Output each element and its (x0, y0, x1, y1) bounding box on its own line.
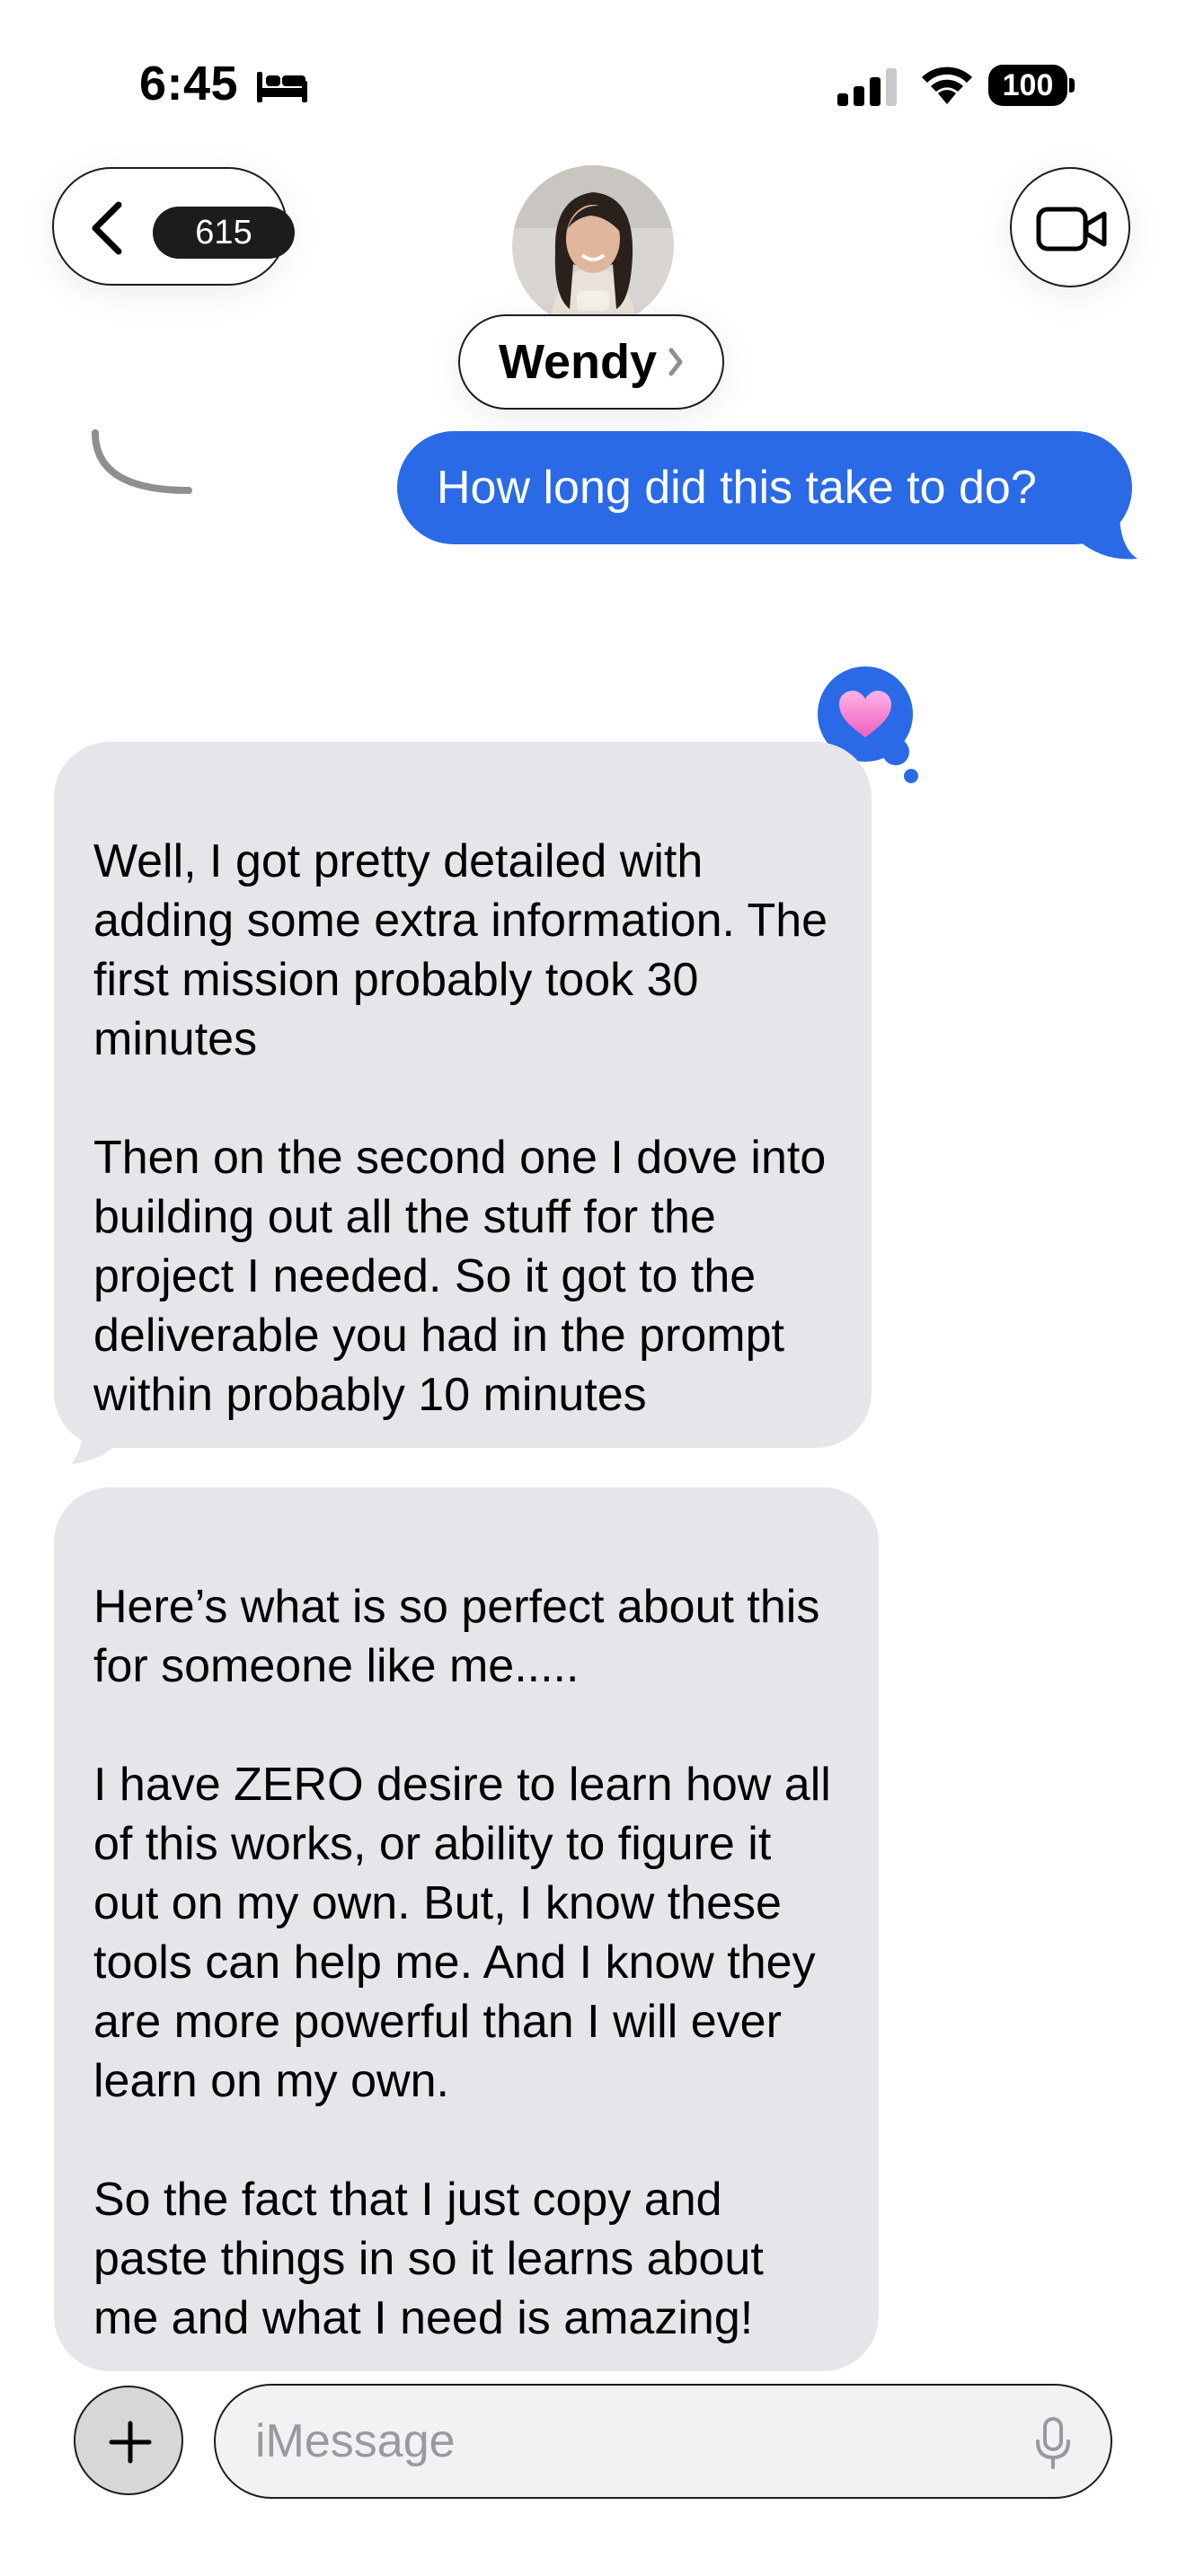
received-message-bubble[interactable]: Here’s what is so perfect about this for… (54, 1487, 879, 2371)
tapback-bubble-dot (882, 738, 909, 765)
message-text: How long did this take to do? (437, 462, 1037, 514)
message-input[interactable] (255, 2386, 1010, 2497)
tapback-bubble-dot (904, 769, 918, 783)
video-call-button[interactable] (1010, 167, 1130, 287)
back-button[interactable]: 615 (52, 167, 295, 286)
chevron-right-icon (668, 348, 683, 376)
avatar-photo (512, 165, 674, 327)
sent-message-bubble[interactable]: How long did this take to do? (397, 431, 1132, 544)
heart-icon (839, 691, 891, 737)
bed-icon (257, 72, 307, 102)
contact-name-button[interactable]: Wendy (458, 314, 724, 410)
video-camera-icon (1036, 207, 1107, 251)
message-text: Well, I got pretty detailed with adding … (93, 835, 828, 1421)
status-time: 6:45 (139, 57, 239, 110)
signal-icon (837, 68, 897, 106)
contact-name: Wendy (498, 335, 658, 389)
message-input-field[interactable] (214, 2384, 1112, 2499)
plus-icon (109, 2421, 152, 2464)
sent-bubble-tail (1067, 503, 1137, 560)
message-text: Here’s what is so perfect about this for… (93, 1581, 831, 2344)
microphone-icon[interactable] (1033, 2416, 1073, 2470)
wifi-icon (922, 66, 972, 104)
contact-avatar[interactable] (512, 165, 674, 327)
received-bubble-tail (72, 1414, 120, 1464)
battery-icon: 100 (988, 65, 1075, 106)
loading-spinner-icon (92, 429, 192, 494)
chevron-left-icon (92, 201, 122, 255)
received-message-bubble[interactable]: Well, I got pretty detailed with adding … (54, 742, 872, 1448)
battery-level: 100 (988, 65, 1067, 106)
add-attachment-button[interactable] (74, 2386, 183, 2495)
battery-tip (1069, 78, 1075, 93)
unread-count-badge: 615 (153, 207, 295, 259)
